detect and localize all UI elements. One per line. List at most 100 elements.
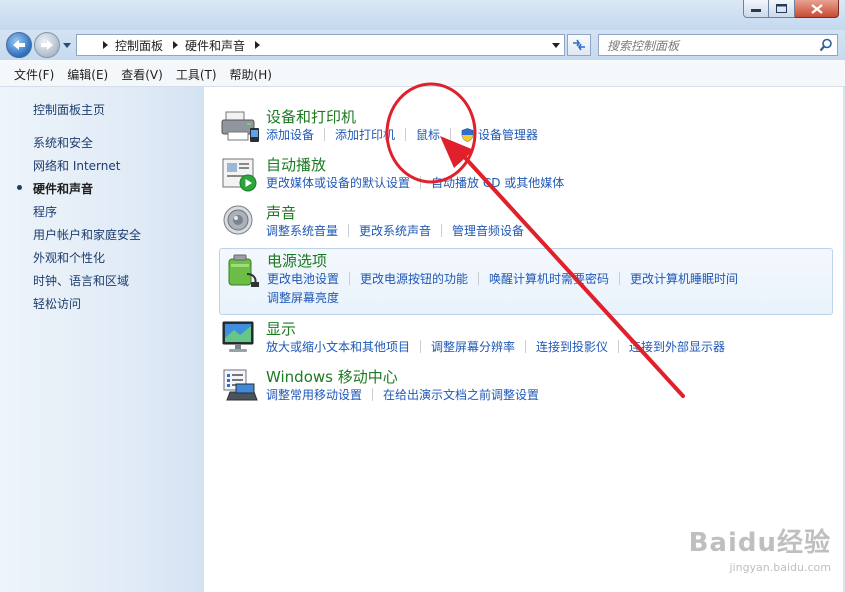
menu-view[interactable]: 查看(V) (121, 66, 163, 83)
watermark-site: jingyan.baidu.com (729, 561, 831, 574)
link-separator (324, 128, 326, 141)
speaker-icon[interactable] (220, 202, 260, 242)
link-separator (372, 388, 374, 401)
mobility-center-icon[interactable] (220, 366, 260, 406)
menu-edit[interactable]: 编辑(E) (67, 66, 108, 83)
printer-icon[interactable] (220, 106, 260, 146)
link-separator (525, 340, 527, 353)
category-links: 放大或缩小文本和其他项目 调整屏幕分辨率 连接到投影仪 连接到外部显示器 (266, 338, 826, 357)
sidebar-item-appearance[interactable]: 外观和个性化 (33, 249, 105, 266)
link-change-sleep-time[interactable]: 更改计算机睡眠时间 (630, 270, 738, 289)
link-mouse[interactable]: 鼠标 (416, 126, 440, 145)
search-icon[interactable] (819, 38, 833, 52)
link-device-manager-label: 设备管理器 (478, 128, 539, 142)
link-autoplay-cd[interactable]: 自动播放 CD 或其他媒体 (431, 174, 564, 193)
navigation-bar: 控制面板 硬件和声音 (0, 30, 845, 60)
category-links: 添加设备 添加打印机 鼠标 设备管理器 (266, 126, 826, 145)
sidebar-item-clock-language[interactable]: 时钟、语言和区域 (33, 272, 129, 289)
link-manage-audio[interactable]: 管理音频设备 (452, 222, 524, 241)
category-links: 调整系统音量 更改系统声音 管理音频设备 (266, 222, 826, 241)
window-controls (743, 0, 839, 18)
sidebar: 控制面板主页 系统和安全 网络和 Internet 硬件和声音 程序 用户帐户和… (0, 87, 204, 592)
category-title[interactable]: 设备和打印机 (266, 106, 356, 127)
forward-button[interactable] (34, 32, 60, 58)
link-connect-projector[interactable]: 连接到投影仪 (536, 338, 608, 357)
chevron-right-icon[interactable] (253, 41, 261, 49)
link-presentation-settings[interactable]: 在给出演示文档之前调整设置 (383, 386, 539, 405)
autoplay-icon[interactable] (220, 154, 260, 194)
close-icon (810, 3, 823, 14)
link-separator (348, 224, 350, 237)
link-zoom-text[interactable]: 放大或缩小文本和其他项目 (266, 338, 410, 357)
category-mobility-center: Windows 移动中心 调整常用移动设置 在给出演示文档之前调整设置 (220, 366, 832, 406)
link-separator (420, 340, 422, 353)
sidebar-item-programs[interactable]: 程序 (33, 203, 57, 220)
minimize-icon (751, 8, 761, 12)
category-devices-printers: 设备和打印机 添加设备 添加打印机 鼠标 设备管理器 (220, 106, 832, 146)
chevron-right-icon[interactable] (171, 41, 179, 49)
category-power-options[interactable]: 电源选项 更改电池设置 更改电源按钮的功能 唤醒计算机时需要密码 更改计算机睡眠时间 … (219, 248, 833, 315)
close-button[interactable] (795, 0, 839, 18)
sidebar-item-network[interactable]: 网络和 Internet (33, 157, 120, 174)
link-separator (618, 340, 620, 353)
address-bar[interactable]: 控制面板 硬件和声音 (76, 34, 565, 56)
link-adjust-volume[interactable]: 调整系统音量 (266, 222, 338, 241)
chevron-right-icon[interactable] (101, 41, 109, 49)
category-title[interactable]: Windows 移动中心 (266, 366, 398, 387)
link-separator (478, 272, 480, 285)
sidebar-item-ease-of-access[interactable]: 轻松访问 (33, 295, 81, 312)
category-title[interactable]: 自动播放 (266, 154, 326, 175)
sidebar-item-hardware-sound[interactable]: 硬件和声音 (17, 180, 93, 197)
menu-file[interactable]: 文件(F) (14, 66, 54, 83)
link-common-mobility-settings[interactable]: 调整常用移动设置 (266, 386, 362, 405)
link-add-printer[interactable]: 添加打印机 (335, 126, 395, 145)
back-button[interactable] (6, 32, 32, 58)
watermark-brand: Baidu经验 (688, 528, 831, 558)
link-power-button-function[interactable]: 更改电源按钮的功能 (360, 270, 468, 289)
main-content: 设备和打印机 添加设备 添加打印机 鼠标 设备管理器 自动播放 更改媒体或设备的默认设… (204, 87, 843, 592)
category-display: 显示 放大或缩小文本和其他项目 调整屏幕分辨率 连接到投影仪 连接到外部显示器 (220, 318, 832, 358)
uac-shield-icon (461, 128, 474, 142)
sidebar-item-user-accounts[interactable]: 用户帐户和家庭安全 (33, 226, 141, 243)
menu-help[interactable]: 帮助(H) (230, 66, 272, 83)
category-title[interactable]: 声音 (266, 202, 296, 223)
recent-pages-dropdown-icon[interactable] (62, 40, 72, 50)
link-separator (619, 272, 621, 285)
menu-bar: 文件(F) 编辑(E) 查看(V) 工具(T) 帮助(H) (0, 63, 845, 87)
title-bar (0, 0, 845, 30)
watermark: Baidu经验 jingyan.baidu.com (689, 522, 831, 574)
category-sound: 声音 调整系统音量 更改系统声音 管理音频设备 (220, 202, 832, 242)
menu-tools[interactable]: 工具(T) (176, 66, 217, 83)
minimize-button[interactable] (743, 0, 769, 18)
sidebar-item-home[interactable]: 控制面板主页 (33, 101, 105, 118)
maximize-button[interactable] (769, 0, 795, 18)
category-links: 调整常用移动设置 在给出演示文档之前调整设置 (266, 386, 826, 405)
maximize-icon (776, 4, 787, 13)
link-connect-external-display[interactable]: 连接到外部显示器 (629, 338, 725, 357)
link-screen-resolution[interactable]: 调整屏幕分辨率 (431, 338, 515, 357)
refresh-button[interactable] (567, 34, 591, 56)
link-change-media-defaults[interactable]: 更改媒体或设备的默认设置 (266, 174, 410, 193)
link-separator (405, 128, 407, 141)
monitor-icon[interactable] (220, 318, 260, 358)
breadcrumb-control-panel[interactable]: 控制面板 (115, 37, 163, 54)
search-input[interactable] (605, 37, 817, 55)
link-separator (450, 128, 452, 141)
link-require-password-on-wake[interactable]: 唤醒计算机时需要密码 (489, 270, 609, 289)
category-title[interactable]: 电源选项 (267, 250, 327, 271)
category-links: 更改电池设置 更改电源按钮的功能 唤醒计算机时需要密码 更改计算机睡眠时间 调整屏幕亮… (267, 270, 827, 308)
address-dropdown-icon[interactable] (552, 41, 560, 49)
category-links: 更改媒体或设备的默认设置 自动播放 CD 或其他媒体 (266, 174, 826, 193)
link-change-sounds[interactable]: 更改系统声音 (359, 222, 431, 241)
category-title[interactable]: 显示 (266, 318, 296, 339)
link-separator (441, 224, 443, 237)
forward-arrow-icon (41, 40, 53, 50)
search-box[interactable] (598, 34, 838, 56)
sidebar-item-system-security[interactable]: 系统和安全 (33, 134, 93, 151)
link-device-manager[interactable]: 设备管理器 (461, 126, 538, 145)
link-change-battery-settings[interactable]: 更改电池设置 (267, 270, 339, 289)
link-add-device[interactable]: 添加设备 (266, 126, 314, 145)
link-separator (349, 272, 351, 285)
link-adjust-brightness[interactable]: 调整屏幕亮度 (267, 289, 339, 308)
breadcrumb-hardware-sound[interactable]: 硬件和声音 (185, 37, 245, 54)
